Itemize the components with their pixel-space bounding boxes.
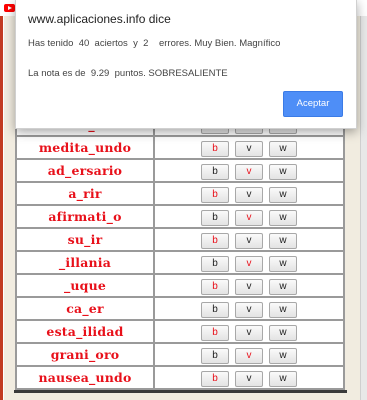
word-cell: _uque <box>15 273 155 298</box>
word-cell: ca_er <box>15 296 155 321</box>
option-v-button[interactable]: v <box>235 233 263 249</box>
option-v-button[interactable]: v <box>235 325 263 341</box>
option-v-button[interactable]: v <box>235 210 263 226</box>
table-row: a_rir b v w <box>15 181 345 206</box>
option-w-button[interactable]: w <box>269 325 297 341</box>
option-v-button[interactable]: v <box>235 187 263 203</box>
word-cell: afirmati_o <box>15 204 155 229</box>
table-row: medita_undo b v w <box>15 135 345 160</box>
word-table: carni_orobvwmedita_undobvwad_ersariobvwa… <box>15 112 345 390</box>
word-cell: esta_ilidad <box>15 319 155 344</box>
options-cell: bvw <box>153 319 345 344</box>
option-w-button[interactable]: w <box>269 256 297 272</box>
table-row: ad_ersario b v w <box>15 158 345 183</box>
dialog-result-line: Has tenido 40 aciertos y 2 errores. Muy … <box>28 38 281 49</box>
accept-button[interactable]: Aceptar <box>283 91 343 117</box>
word-cell: su_ir <box>15 227 155 252</box>
table-row: su_ir b v w <box>15 227 345 252</box>
option-b-button[interactable]: b <box>201 348 229 364</box>
table-row: ca_er b v w <box>15 296 345 321</box>
options-cell: bvw <box>153 273 345 298</box>
dialog-grade-line: La nota es de 9.29 puntos. SOBRESALIENTE <box>28 68 228 79</box>
option-w-button[interactable]: w <box>269 141 297 157</box>
option-b-button[interactable]: b <box>201 210 229 226</box>
table-row: _uque b v w <box>15 273 345 298</box>
option-v-button[interactable]: v <box>235 302 263 318</box>
alert-dialog: www.aplicaciones.info dice Has tenido 40… <box>15 0 357 129</box>
word-cell: a_rir <box>15 181 155 206</box>
options-cell: bvw <box>153 342 345 367</box>
option-w-button[interactable]: w <box>269 371 297 387</box>
option-w-button[interactable]: w <box>269 279 297 295</box>
video-play-icon <box>4 4 15 12</box>
option-v-button[interactable]: v <box>235 141 263 157</box>
table-row: afirmati_o b v w <box>15 204 345 229</box>
option-b-button[interactable]: b <box>201 187 229 203</box>
option-b-button[interactable]: b <box>201 141 229 157</box>
option-w-button[interactable]: w <box>269 210 297 226</box>
options-cell: bvw <box>153 181 345 206</box>
option-v-button[interactable]: v <box>235 164 263 180</box>
options-cell: bvw <box>153 365 345 390</box>
left-edge <box>0 16 3 400</box>
option-b-button[interactable]: b <box>201 279 229 295</box>
options-cell: bvw <box>153 296 345 321</box>
word-cell: ad_ersario <box>15 158 155 183</box>
option-b-button[interactable]: b <box>201 233 229 249</box>
dialog-title: www.aplicaciones.info dice <box>28 12 171 26</box>
table-row: nausea_undo b v w <box>15 365 345 390</box>
option-w-button[interactable]: w <box>269 348 297 364</box>
option-v-button[interactable]: v <box>235 279 263 295</box>
table-row: _illania b v w <box>15 250 345 275</box>
options-cell: bvw <box>153 204 345 229</box>
option-b-button[interactable]: b <box>201 164 229 180</box>
options-cell: bvw <box>153 227 345 252</box>
option-v-button[interactable]: v <box>235 348 263 364</box>
option-w-button[interactable]: w <box>269 187 297 203</box>
option-v-button[interactable]: v <box>235 256 263 272</box>
option-w-button[interactable]: w <box>269 233 297 249</box>
options-cell: bvw <box>153 158 345 183</box>
option-b-button[interactable]: b <box>201 325 229 341</box>
word-cell: grani_oro <box>15 342 155 367</box>
table-row: grani_oro b v w <box>15 342 345 367</box>
word-cell: nausea_undo <box>15 365 155 390</box>
option-b-button[interactable]: b <box>201 371 229 387</box>
scrollbar[interactable] <box>360 16 367 400</box>
option-b-button[interactable]: b <box>201 256 229 272</box>
table-bottom-border <box>14 390 347 393</box>
word-cell: medita_undo <box>15 135 155 160</box>
options-cell: bvw <box>153 250 345 275</box>
word-cell: _illania <box>15 250 155 275</box>
option-w-button[interactable]: w <box>269 164 297 180</box>
option-b-button[interactable]: b <box>201 302 229 318</box>
option-v-button[interactable]: v <box>235 371 263 387</box>
table-row: esta_ilidad b v w <box>15 319 345 344</box>
options-cell: bvw <box>153 135 345 160</box>
option-w-button[interactable]: w <box>269 302 297 318</box>
